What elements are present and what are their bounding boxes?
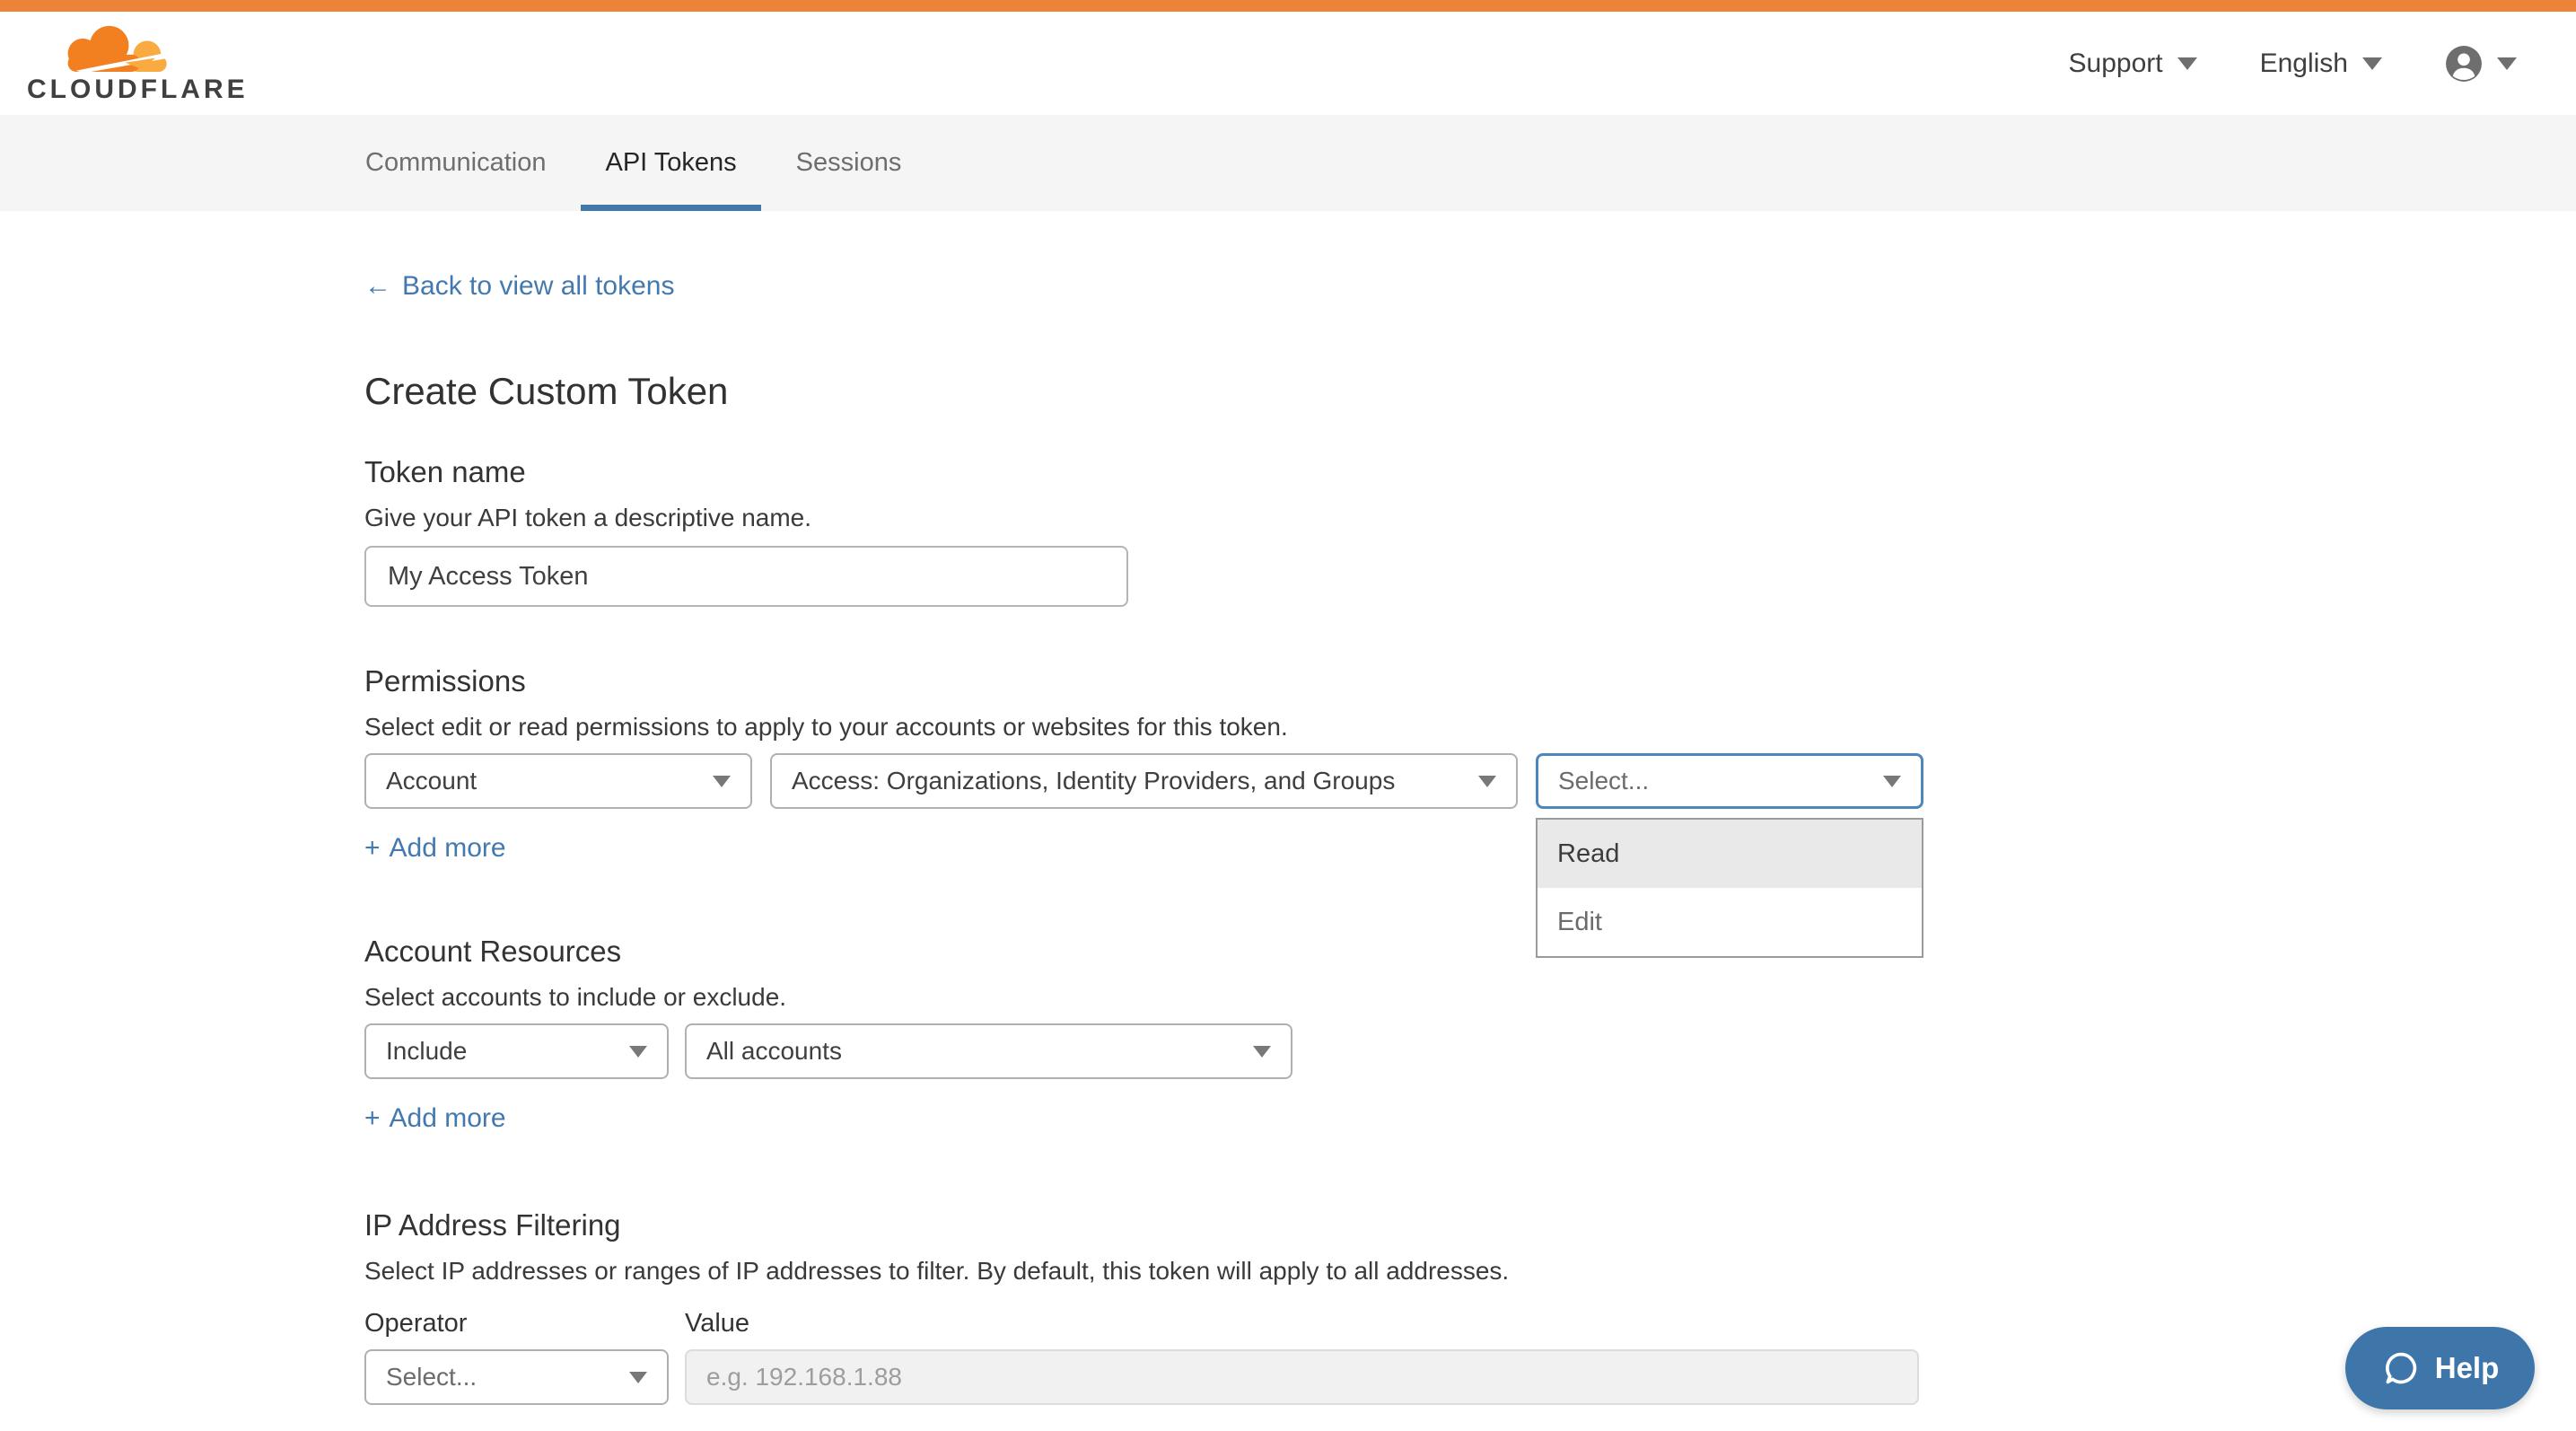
brand-accent-bar (0, 0, 2576, 12)
chevron-down-icon (2497, 57, 2517, 70)
cloudflare-cloud-icon (29, 22, 205, 80)
ip-operator-placeholder: Select... (386, 1363, 477, 1391)
chevron-down-icon (629, 1372, 647, 1383)
permissions-row: Account Access: Organizations, Identity … (364, 753, 2576, 809)
resource-mode-select[interactable]: Include (364, 1023, 669, 1079)
permissions-description: Select edit or read permissions to apply… (364, 712, 2576, 742)
permission-level-placeholder: Select... (1558, 767, 1649, 795)
chevron-down-icon (1253, 1046, 1271, 1058)
permission-level-menu: Read Edit (1536, 818, 1923, 958)
add-more-label: Add more (390, 1102, 506, 1135)
ip-value-input (685, 1349, 1919, 1405)
token-name-input[interactable] (364, 546, 1128, 607)
menu-option-read[interactable]: Read (1538, 820, 1922, 888)
help-button[interactable]: Help (2345, 1327, 2535, 1409)
ip-filtering-description: Select IP addresses or ranges of IP addr… (364, 1256, 2576, 1286)
chat-bubble-icon (2381, 1348, 2421, 1388)
permission-resource-select[interactable]: Access: Organizations, Identity Provider… (770, 753, 1518, 809)
resource-accounts-value: All accounts (706, 1037, 842, 1066)
account-resources-heading: Account Resources (364, 935, 2576, 969)
chevron-down-icon (2362, 57, 2382, 70)
plus-icon: + (364, 1102, 381, 1135)
account-resources-row: Include All accounts (364, 1023, 2576, 1079)
tab-sessions[interactable]: Sessions (772, 115, 926, 211)
token-name-section: Token name Give your API token a descrip… (364, 455, 2576, 607)
support-label: Support (2069, 48, 2163, 79)
tab-api-tokens[interactable]: API Tokens (581, 115, 760, 211)
resource-mode-value: Include (386, 1037, 467, 1066)
chevron-down-icon (2177, 57, 2197, 70)
menu-option-edit[interactable]: Edit (1538, 888, 1922, 956)
token-name-heading: Token name (364, 455, 2576, 489)
ip-operator-select[interactable]: Select... (364, 1349, 669, 1405)
resource-accounts-select[interactable]: All accounts (685, 1023, 1292, 1079)
user-avatar-icon (2445, 45, 2483, 83)
operator-label: Operator (364, 1308, 685, 1339)
header-actions: Support English (2069, 45, 2517, 83)
header: CLOUDFLARE Support English (0, 12, 2576, 115)
page-title: Create Custom Token (364, 369, 2576, 414)
back-arrow-icon: ← (364, 268, 391, 304)
account-resources-add-more-link[interactable]: + Add more (364, 1102, 506, 1135)
account-resources-description: Select accounts to include or exclude. (364, 982, 2576, 1013)
cloudflare-wordmark: CLOUDFLARE (27, 75, 249, 105)
permission-scope-value: Account (386, 767, 477, 795)
cloudflare-logo[interactable]: CLOUDFLARE (27, 22, 249, 105)
ip-filtering-heading: IP Address Filtering (364, 1208, 2576, 1242)
profile-tabbar: Communication API Tokens Sessions (0, 115, 2576, 211)
plus-icon: + (364, 832, 381, 865)
account-menu[interactable] (2445, 45, 2517, 83)
chevron-down-icon (713, 776, 731, 787)
account-resources-section: Account Resources Select accounts to inc… (364, 935, 2576, 1135)
permissions-add-more-link[interactable]: + Add more (364, 832, 506, 865)
support-menu[interactable]: Support (2069, 48, 2197, 79)
permissions-heading: Permissions (364, 664, 2576, 698)
permission-level-select[interactable]: Select... Read Edit (1536, 753, 1923, 809)
permission-scope-select[interactable]: Account (364, 753, 752, 809)
main-content: ← Back to view all tokens Create Custom … (0, 211, 2576, 1405)
value-label: Value (685, 1308, 749, 1339)
ip-filtering-section: IP Address Filtering Select IP addresses… (364, 1208, 2576, 1405)
language-label: English (2260, 48, 2348, 79)
permissions-section: Permissions Select edit or read permissi… (364, 664, 2576, 865)
chevron-down-icon (629, 1046, 647, 1058)
back-to-tokens-link[interactable]: ← Back to view all tokens (364, 268, 674, 304)
permission-resource-value: Access: Organizations, Identity Provider… (792, 767, 1395, 795)
language-menu[interactable]: English (2260, 48, 2382, 79)
ip-field-labels: Operator Value (364, 1308, 2576, 1339)
token-name-description: Give your API token a descriptive name. (364, 503, 2576, 533)
ip-filtering-row: Select... (364, 1349, 2576, 1405)
help-button-label: Help (2435, 1351, 2500, 1385)
chevron-down-icon (1478, 776, 1496, 787)
chevron-down-icon (1883, 776, 1901, 787)
tab-communication[interactable]: Communication (341, 115, 570, 211)
add-more-label: Add more (390, 832, 506, 865)
back-link-label: Back to view all tokens (402, 268, 674, 304)
